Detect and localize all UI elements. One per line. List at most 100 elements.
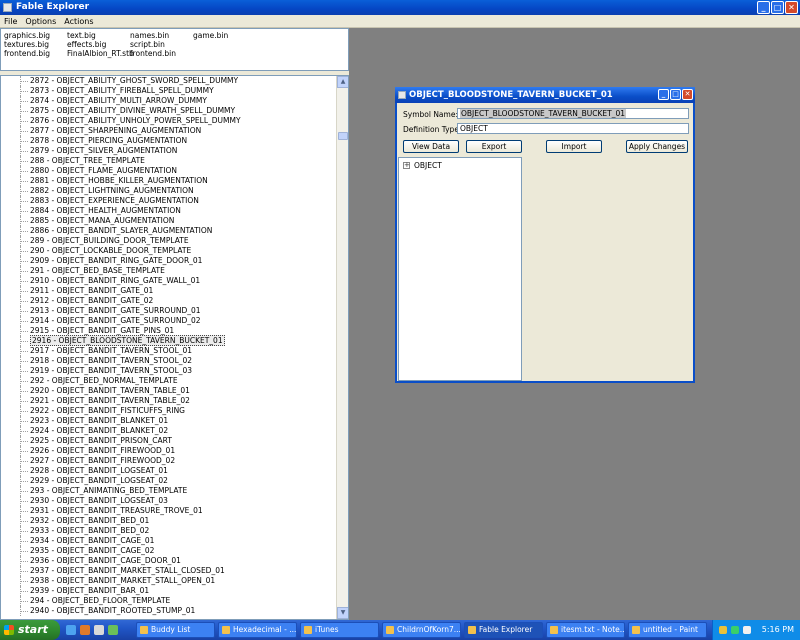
tree-item[interactable]: 293 - OBJECT_ANIMATING_BED_TEMPLATE: [1, 486, 337, 496]
maximize-icon[interactable]: □: [771, 1, 784, 14]
taskbar-button[interactable]: untitled - Paint: [628, 622, 707, 638]
file-item[interactable]: script.bin: [130, 40, 165, 49]
tree-item[interactable]: 2914 - OBJECT_BANDIT_GATE_SURROUND_02: [1, 316, 337, 326]
tree-item[interactable]: 2913 - OBJECT_BANDIT_GATE_SURROUND_01: [1, 306, 337, 316]
file-item[interactable]: names.bin: [130, 31, 169, 40]
tree-item[interactable]: 294 - OBJECT_BED_FLOOR_TEMPLATE: [1, 596, 337, 606]
menu-file[interactable]: File: [0, 15, 21, 27]
tree-item[interactable]: 2937 - OBJECT_BANDIT_MARKET_STALL_CLOSED…: [1, 566, 337, 576]
file-item[interactable]: frontend.big: [4, 49, 50, 58]
tree-item[interactable]: 2934 - OBJECT_BANDIT_CAGE_01: [1, 536, 337, 546]
tree-item[interactable]: 2923 - OBJECT_BANDIT_BLANKET_01: [1, 416, 337, 426]
start-button[interactable]: start: [0, 620, 60, 640]
tree-item[interactable]: 2925 - OBJECT_BANDIT_PRISON_CART: [1, 436, 337, 446]
file-item[interactable]: effects.big: [67, 40, 106, 49]
file-item[interactable]: frontend.bin: [130, 49, 176, 58]
tree-item[interactable]: 288 - OBJECT_TREE_TEMPLATE: [1, 156, 337, 166]
tree-item[interactable]: 2919 - OBJECT_BANDIT_TAVERN_STOOL_03: [1, 366, 337, 376]
tree-item[interactable]: 292 - OBJECT_BED_NORMAL_TEMPLATE: [1, 376, 337, 386]
tree-item[interactable]: 2931 - OBJECT_BANDIT_TREASURE_TROVE_01: [1, 506, 337, 516]
tree-item[interactable]: 2935 - OBJECT_BANDIT_CAGE_02: [1, 546, 337, 556]
minimize-icon[interactable]: _: [658, 89, 669, 100]
media-icon[interactable]: [108, 625, 118, 635]
tree-item[interactable]: 2940 - OBJECT_BANDIT_ROOTED_STUMP_01: [1, 606, 337, 616]
tree-item[interactable]: 2918 - OBJECT_BANDIT_TAVERN_STOOL_02: [1, 356, 337, 366]
tree-item[interactable]: 2912 - OBJECT_BANDIT_GATE_02: [1, 296, 337, 306]
symbol-name-input[interactable]: OBJECT_BLOODSTONE_TAVERN_BUCKET_01: [457, 108, 689, 119]
tree-item[interactable]: 2936 - OBJECT_BANDIT_CAGE_DOOR_01: [1, 556, 337, 566]
tree-scrollbar[interactable]: ▲ ▼: [336, 76, 348, 619]
close-icon[interactable]: ✕: [682, 89, 693, 100]
view-data-button[interactable]: View Data: [403, 140, 459, 153]
tree-item[interactable]: 290 - OBJECT_LOCKABLE_DOOR_TEMPLATE: [1, 246, 337, 256]
tree-item[interactable]: 2928 - OBJECT_BANDIT_LOGSEAT_01: [1, 466, 337, 476]
tree-item[interactable]: 2882 - OBJECT_LIGHTNING_AUGMENTATION: [1, 186, 337, 196]
tree-item[interactable]: 2872 - OBJECT_ABILITY_GHOST_SWORD_SPELL_…: [1, 76, 337, 86]
ie-icon[interactable]: [66, 625, 76, 635]
apply-changes-button[interactable]: Apply Changes: [626, 140, 688, 153]
tree-item[interactable]: 2875 - OBJECT_ABILITY_DIVINE_WRATH_SPELL…: [1, 106, 337, 116]
file-item[interactable]: graphics.big: [4, 31, 50, 40]
menu-options[interactable]: Options: [21, 15, 60, 27]
taskbar-button[interactable]: iTunes: [300, 622, 379, 638]
property-tree-root[interactable]: OBJECT: [414, 161, 442, 170]
file-item[interactable]: textures.big: [4, 40, 49, 49]
tree-item[interactable]: 2932 - OBJECT_BANDIT_BED_01: [1, 516, 337, 526]
tree-item[interactable]: 2924 - OBJECT_BANDIT_BLANKET_02: [1, 426, 337, 436]
file-item[interactable]: FinalAlbion_RT.stb: [67, 49, 134, 58]
tree-item[interactable]: 2933 - OBJECT_BANDIT_BED_02: [1, 526, 337, 536]
tree-item[interactable]: 2926 - OBJECT_BANDIT_FIREWOOD_01: [1, 446, 337, 456]
tree-item[interactable]: 2922 - OBJECT_BANDIT_FISTICUFFS_RING: [1, 406, 337, 416]
taskbar-button[interactable]: Hexadecimal - ...: [218, 622, 297, 638]
tree-item[interactable]: 2873 - OBJECT_ABILITY_FIREBALL_SPELL_DUM…: [1, 86, 337, 96]
tree-item[interactable]: 2883 - OBJECT_EXPERIENCE_AUGMENTATION: [1, 196, 337, 206]
desktop-icon[interactable]: [94, 625, 104, 635]
export-button[interactable]: Export: [466, 140, 522, 153]
tree-item[interactable]: 2929 - OBJECT_BANDIT_LOGSEAT_02: [1, 476, 337, 486]
file-item[interactable]: text.big: [67, 31, 96, 40]
tree-item[interactable]: 2885 - OBJECT_MANA_AUGMENTATION: [1, 216, 337, 226]
tree-item[interactable]: 2939 - OBJECT_BANDIT_BAR_01: [1, 586, 337, 596]
tree-item[interactable]: 2884 - OBJECT_HEALTH_AUGMENTATION: [1, 206, 337, 216]
tree-item[interactable]: 2911 - OBJECT_BANDIT_GATE_01: [1, 286, 337, 296]
tree-item[interactable]: 2930 - OBJECT_BANDIT_LOGSEAT_03: [1, 496, 337, 506]
taskbar-button[interactable]: Buddy List: [136, 622, 215, 638]
tree-item[interactable]: 289 - OBJECT_BUILDING_DOOR_TEMPLATE: [1, 236, 337, 246]
property-tree[interactable]: + OBJECT: [398, 157, 522, 381]
taskbar-button[interactable]: Fable Explorer: [464, 622, 543, 638]
definition-type-input[interactable]: OBJECT: [457, 123, 689, 134]
tray-icon[interactable]: [719, 626, 727, 634]
tree-item[interactable]: 2874 - OBJECT_ABILITY_MULTI_ARROW_DUMMY: [1, 96, 337, 106]
object-tree[interactable]: 2872 - OBJECT_ABILITY_GHOST_SWORD_SPELL_…: [0, 75, 349, 620]
firefox-icon[interactable]: [80, 625, 90, 635]
tray-icon[interactable]: [731, 626, 739, 634]
tree-item[interactable]: 2879 - OBJECT_SILVER_AUGMENTATION: [1, 146, 337, 156]
tree-item[interactable]: 2877 - OBJECT_SHARPENING_AUGMENTATION: [1, 126, 337, 136]
tree-item[interactable]: 2880 - OBJECT_FLAME_AUGMENTATION: [1, 166, 337, 176]
import-button[interactable]: Import: [546, 140, 602, 153]
file-item[interactable]: game.bin: [193, 31, 228, 40]
tree-item[interactable]: 2910 - OBJECT_BANDIT_RING_GATE_WALL_01: [1, 276, 337, 286]
scroll-up-icon[interactable]: ▲: [337, 76, 348, 88]
expand-icon[interactable]: +: [403, 162, 410, 169]
taskbar-button[interactable]: ChildrnOfKorn7...: [382, 622, 461, 638]
scroll-thumb[interactable]: [338, 132, 348, 140]
tree-item[interactable]: 2878 - OBJECT_PIERCING_AUGMENTATION: [1, 136, 337, 146]
tray-icon[interactable]: [743, 626, 751, 634]
minimize-icon[interactable]: _: [757, 1, 770, 14]
menu-actions[interactable]: Actions: [60, 15, 97, 27]
tree-item[interactable]: 2917 - OBJECT_BANDIT_TAVERN_STOOL_01: [1, 346, 337, 356]
close-icon[interactable]: ✕: [785, 1, 798, 14]
tree-item[interactable]: 2876 - OBJECT_ABILITY_UNHOLY_POWER_SPELL…: [1, 116, 337, 126]
tree-item[interactable]: 291 - OBJECT_BED_BASE_TEMPLATE: [1, 266, 337, 276]
maximize-icon[interactable]: □: [670, 89, 681, 100]
tree-item[interactable]: 2920 - OBJECT_BANDIT_TAVERN_TABLE_01: [1, 386, 337, 396]
tree-item[interactable]: 2881 - OBJECT_HOBBE_KILLER_AUGMENTATION: [1, 176, 337, 186]
tree-item[interactable]: 2927 - OBJECT_BANDIT_FIREWOOD_02: [1, 456, 337, 466]
tree-item[interactable]: 2938 - OBJECT_BANDIT_MARKET_STALL_OPEN_0…: [1, 576, 337, 586]
taskbar-button[interactable]: itesm.txt - Note...: [546, 622, 625, 638]
tree-item[interactable]: 2916 - OBJECT_BLOODSTONE_TAVERN_BUCKET_0…: [1, 335, 337, 346]
scroll-down-icon[interactable]: ▼: [337, 607, 348, 619]
tree-item[interactable]: 2886 - OBJECT_BANDIT_SLAYER_AUGMENTATION: [1, 226, 337, 236]
tree-item[interactable]: 2921 - OBJECT_BANDIT_TAVERN_TABLE_02: [1, 396, 337, 406]
